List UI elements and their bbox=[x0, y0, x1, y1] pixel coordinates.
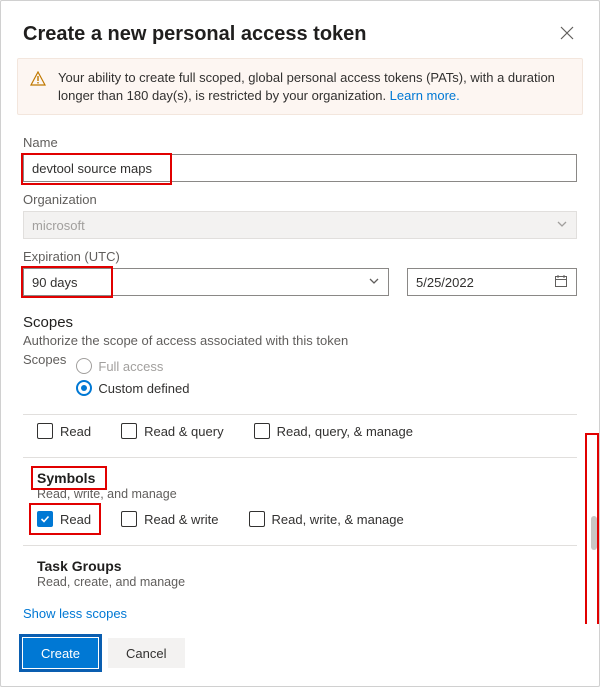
expiration-duration-select[interactable]: 90 days bbox=[23, 268, 389, 296]
radio-on-icon bbox=[76, 380, 92, 396]
checkbox-icon bbox=[249, 511, 265, 527]
calendar-icon bbox=[554, 274, 568, 291]
checkbox-icon bbox=[121, 423, 137, 439]
symbols-read-checkbox[interactable]: Read bbox=[37, 511, 91, 527]
name-input[interactable] bbox=[23, 154, 577, 182]
scope-full-access-radio[interactable]: Full access bbox=[76, 358, 189, 374]
scopes-label: Scopes bbox=[23, 352, 66, 367]
cancel-button[interactable]: Cancel bbox=[108, 638, 184, 668]
expiration-duration-value: 90 days bbox=[32, 275, 78, 290]
task-groups-title: Task Groups bbox=[37, 558, 577, 574]
create-button[interactable]: Create bbox=[23, 638, 98, 668]
banner-text: Your ability to create full scoped, glob… bbox=[58, 70, 555, 103]
organization-label: Organization bbox=[23, 192, 577, 207]
warning-icon bbox=[30, 71, 46, 104]
scrollbar-thumb[interactable] bbox=[591, 516, 597, 550]
checkbox-icon bbox=[37, 423, 53, 439]
expiration-date-value: 5/25/2022 bbox=[416, 275, 474, 290]
divider bbox=[23, 545, 577, 546]
dialog-title: Create a new personal access token bbox=[23, 23, 367, 46]
restriction-banner: Your ability to create full scoped, glob… bbox=[17, 58, 583, 115]
divider bbox=[23, 457, 577, 458]
checkbox-icon bbox=[254, 423, 270, 439]
generic-read-query-manage-checkbox[interactable]: Read, query, & manage bbox=[254, 423, 413, 439]
divider bbox=[23, 414, 577, 415]
show-less-scopes-link[interactable]: Show less scopes bbox=[23, 606, 127, 621]
scopes-title: Scopes bbox=[23, 314, 577, 331]
expiration-label: Expiration (UTC) bbox=[23, 249, 577, 264]
checkbox-icon bbox=[121, 511, 137, 527]
chevron-down-icon bbox=[368, 275, 380, 290]
scopes-subtitle: Authorize the scope of access associated… bbox=[23, 333, 577, 348]
chevron-down-icon bbox=[556, 218, 568, 233]
scope-custom-defined-radio[interactable]: Custom defined bbox=[76, 380, 189, 396]
close-icon bbox=[559, 25, 575, 41]
learn-more-link[interactable]: Learn more. bbox=[390, 88, 460, 103]
radio-off-icon bbox=[76, 358, 92, 374]
task-groups-desc: Read, create, and manage bbox=[37, 575, 577, 589]
organization-value: microsoft bbox=[32, 218, 85, 233]
generic-read-checkbox[interactable]: Read bbox=[37, 423, 91, 439]
organization-select[interactable]: microsoft bbox=[23, 211, 577, 239]
close-button[interactable] bbox=[557, 23, 577, 43]
symbols-scope-title: Symbols bbox=[37, 470, 95, 486]
create-pat-dialog: Create a new personal access token Your … bbox=[0, 0, 600, 687]
symbols-scope-desc: Read, write, and manage bbox=[37, 487, 577, 501]
checkbox-checked-icon bbox=[37, 511, 53, 527]
generic-read-query-checkbox[interactable]: Read & query bbox=[121, 423, 224, 439]
symbols-read-write-checkbox[interactable]: Read & write bbox=[121, 511, 218, 527]
symbols-read-write-manage-checkbox[interactable]: Read, write, & manage bbox=[249, 511, 404, 527]
expiration-date-input[interactable]: 5/25/2022 bbox=[407, 268, 577, 296]
name-label: Name bbox=[23, 135, 577, 150]
